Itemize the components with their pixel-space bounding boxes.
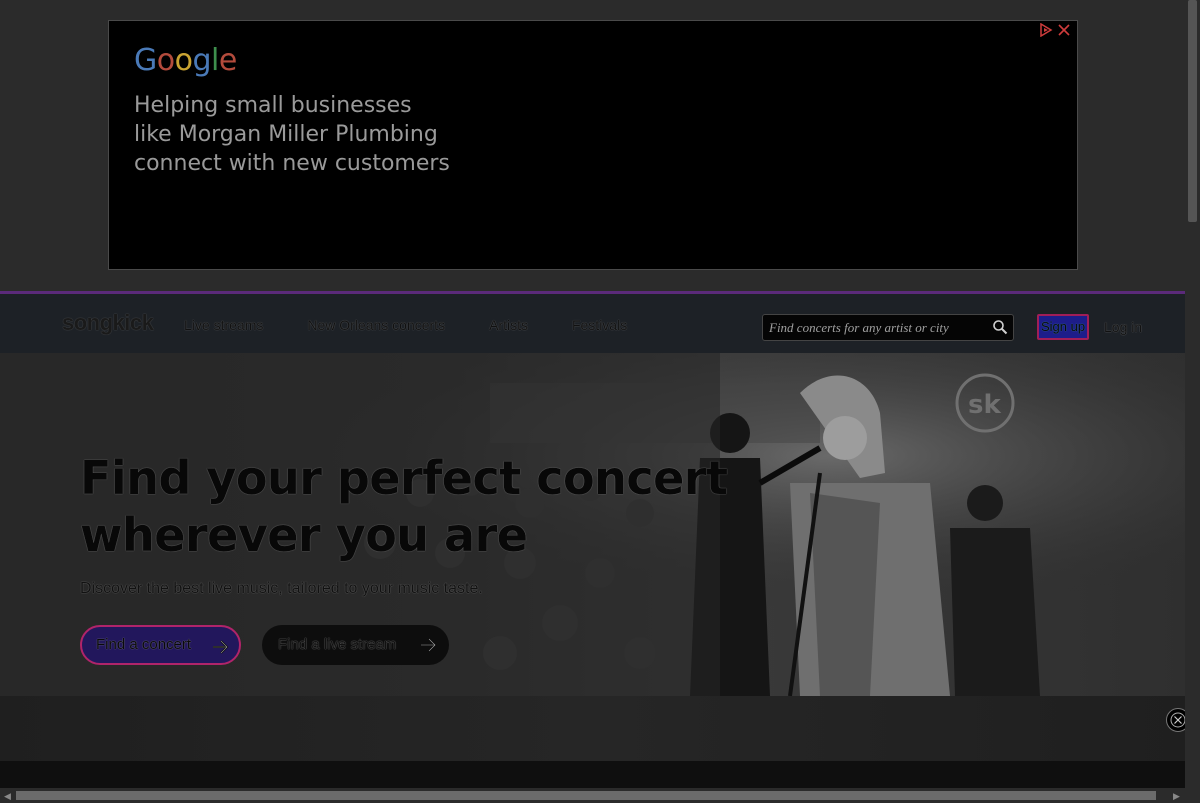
nav-new-orleans-concerts[interactable]: New Orleans concerts bbox=[307, 317, 445, 333]
vertical-scroll-thumb[interactable] bbox=[1188, 0, 1197, 222]
horizontal-scrollbar[interactable]: ◀ ▶ bbox=[0, 788, 1185, 803]
google-ad-banner[interactable]: Google Helping small businesses like Mor… bbox=[108, 20, 1078, 270]
arrow-right-icon bbox=[213, 640, 229, 654]
search-input[interactable] bbox=[767, 318, 991, 338]
ad-line: Helping small businesses bbox=[134, 93, 412, 118]
songkick-logo[interactable]: songkick bbox=[62, 310, 154, 336]
search-icon[interactable] bbox=[992, 319, 1008, 335]
hero-subtitle: Discover the best live music, tailored t… bbox=[80, 580, 483, 597]
hero-title: Find your perfect concert wherever you a… bbox=[80, 451, 728, 562]
ad-text: Helping small businesses like Morgan Mil… bbox=[134, 91, 450, 178]
google-logo: Google bbox=[134, 43, 237, 78]
nav-artists[interactable]: Artists bbox=[489, 317, 528, 333]
login-link[interactable]: Log in bbox=[1104, 319, 1142, 335]
find-live-stream-button[interactable]: Find a live stream bbox=[262, 625, 449, 665]
vertical-scrollbar[interactable] bbox=[1185, 0, 1200, 788]
horizontal-scroll-thumb[interactable] bbox=[16, 791, 1156, 800]
scroll-left-icon[interactable]: ◀ bbox=[4, 791, 11, 802]
ad-line: connect with new customers bbox=[134, 151, 450, 176]
adchoices-icon[interactable] bbox=[1039, 23, 1053, 37]
ad-area: Google Helping small businesses like Mor… bbox=[0, 0, 1185, 291]
ad-line: like Morgan Miller Plumbing bbox=[134, 122, 438, 147]
hero-section: sk Find your perfect concert wherever yo… bbox=[0, 353, 1185, 696]
find-concert-button[interactable]: Find a concert bbox=[80, 625, 241, 665]
page-strip bbox=[0, 761, 1185, 788]
nav-festivals[interactable]: Festivals bbox=[572, 317, 627, 333]
arrow-right-icon bbox=[421, 638, 437, 652]
nav-live-streams[interactable]: Live streams bbox=[184, 317, 263, 333]
signup-button[interactable]: Sign up bbox=[1037, 314, 1089, 340]
site-header: songkick Live streams New Orleans concer… bbox=[0, 291, 1185, 356]
ad-close-icon[interactable] bbox=[1057, 23, 1071, 37]
svg-text:sk: sk bbox=[968, 390, 1001, 420]
search-box bbox=[762, 314, 1014, 341]
scroll-right-icon[interactable]: ▶ bbox=[1173, 791, 1180, 802]
scrollbar-corner bbox=[1185, 788, 1200, 803]
main-nav: Live streams New Orleans concerts Artist… bbox=[184, 317, 671, 333]
below-hero-area bbox=[0, 696, 1185, 761]
